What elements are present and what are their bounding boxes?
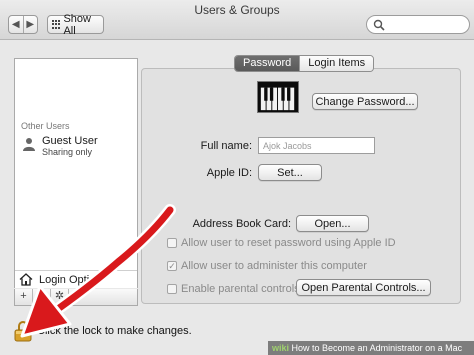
administer-checkbox[interactable]: ✓ — [167, 261, 177, 271]
sidebar-controls: + − ✲ — [14, 289, 138, 306]
set-apple-id-button[interactable]: Set... — [258, 164, 322, 181]
parental-controls-checkbox-row[interactable]: Enable parental controls — [167, 283, 300, 295]
address-book-card-label: Address Book Card: — [192, 218, 291, 230]
parental-controls-label: Enable parental controls — [181, 283, 300, 295]
open-parental-controls-button[interactable]: Open Parental Controls... — [296, 279, 431, 296]
search-icon — [373, 19, 385, 31]
wikihow-watermark: wiki How to Become an Administrator on a… — [268, 341, 474, 355]
padlock-icon[interactable] — [14, 320, 32, 342]
sidebar-user-subtitle: Sharing only — [42, 147, 93, 157]
wikihow-title: How to Become an Administrator on a Mac — [291, 343, 463, 353]
full-name-label: Full name: — [200, 140, 252, 152]
show-all-label: Show All — [63, 12, 91, 37]
show-all-button[interactable]: Show All — [47, 12, 104, 37]
tab-bar: Password Login Items — [234, 55, 375, 72]
title-bar: Users & Groups ◀ ▶ Show All — [0, 0, 474, 40]
parental-controls-checkbox[interactable] — [167, 284, 177, 294]
lock-row[interactable]: Click the lock to make changes. — [14, 320, 192, 342]
sidebar-item-login-options[interactable]: Login Optio — [15, 270, 137, 288]
sidebar-user-name: Guest User — [42, 135, 98, 147]
house-icon — [19, 273, 33, 286]
forward-arrow-icon[interactable]: ▶ — [22, 16, 38, 33]
users-sidebar: Other Users Guest User Sharing only Logi… — [14, 58, 138, 288]
other-users-heading: Other Users — [21, 121, 70, 131]
full-name-field[interactable] — [258, 137, 375, 154]
wikihow-brand: wiki — [272, 343, 290, 353]
sidebar-item-guest-user[interactable]: Guest User Sharing only — [21, 135, 133, 159]
tab-login-items[interactable]: Login Items — [299, 56, 374, 71]
tab-password[interactable]: Password — [235, 56, 300, 71]
search-input[interactable] — [387, 18, 465, 31]
add-user-button[interactable]: + — [15, 289, 33, 305]
login-options-label: Login Optio — [39, 273, 96, 286]
apple-id-label: Apple ID: — [206, 167, 252, 179]
search-field[interactable] — [366, 15, 470, 34]
administer-checkbox-row[interactable]: ✓ Allow user to administer this computer — [167, 260, 367, 272]
user-picture-piano[interactable] — [257, 81, 299, 113]
back-forward-control[interactable]: ◀ ▶ — [8, 15, 38, 34]
user-silhouette-icon — [23, 138, 35, 151]
change-password-button[interactable]: Change Password... — [312, 93, 418, 110]
back-arrow-icon[interactable]: ◀ — [9, 16, 23, 33]
reset-password-checkbox[interactable] — [167, 238, 177, 248]
administer-label: Allow user to administer this computer — [181, 260, 367, 272]
reset-password-label: Allow user to reset password using Apple… — [181, 237, 396, 249]
open-address-book-button[interactable]: Open... — [296, 215, 369, 232]
lock-instruction-text: Click the lock to make changes. — [37, 325, 192, 337]
grid-icon — [52, 20, 60, 29]
reset-password-checkbox-row[interactable]: Allow user to reset password using Apple… — [167, 237, 396, 249]
remove-user-button[interactable]: − — [33, 289, 51, 305]
gear-icon[interactable]: ✲ — [51, 289, 69, 305]
